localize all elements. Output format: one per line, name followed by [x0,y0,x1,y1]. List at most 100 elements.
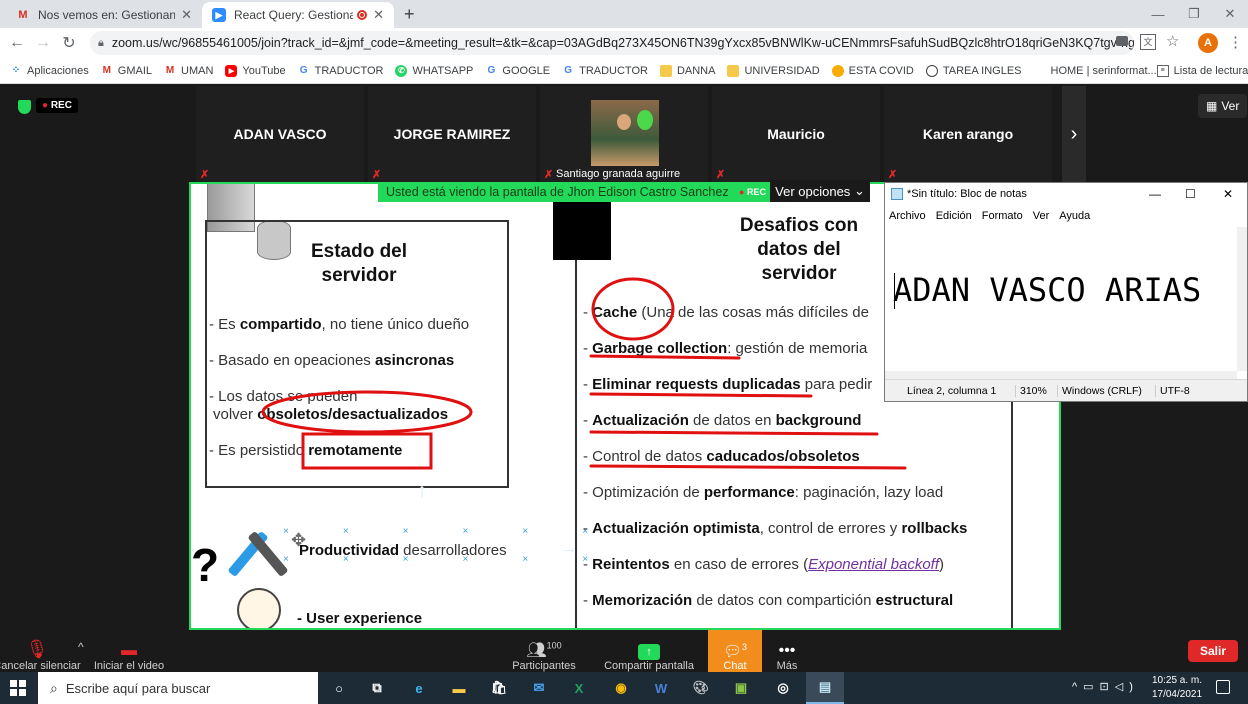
annotation-box-remotamente [301,432,433,470]
notepad-taskbar-icon[interactable]: ▤ [806,672,844,704]
maximize-icon[interactable]: ☐ [1185,187,1196,201]
excel-icon[interactable]: X [564,676,594,700]
menu-dots-icon[interactable]: ⋮ [1228,33,1243,51]
more-button[interactable]: ••• Más [768,632,806,672]
mute-button[interactable]: 🎙︎ Cancelar silenciar [0,632,81,672]
chrome-icon[interactable]: ◉ [606,676,636,700]
notepad-window: *Sin título: Bloc de notas — ☐ ✕ Archivo… [884,182,1248,402]
task-view-icon[interactable]: ⧉ [362,676,392,700]
edge-icon[interactable]: e [404,676,434,700]
close-window-icon[interactable]: ✕ [1212,0,1248,28]
reading-list[interactable]: ≡ Lista de lectura [1156,64,1248,77]
chat-button[interactable]: 💬︎3 Chat [708,630,762,672]
close-tab-icon[interactable]: ✕ [373,7,384,23]
annotation-underline [589,354,741,360]
chevron-up-icon[interactable]: ^ [78,640,84,654]
new-tab-icon[interactable]: + [404,4,415,25]
mail-icon[interactable]: ✉︎ [524,676,554,700]
participant-tile[interactable]: ✗ Santiago granada aguirre [540,86,708,182]
bookmark-item[interactable]: DANNA [659,64,715,77]
notepad-statusbar: Línea 2, columna 1 310% Windows (CRLF) U… [885,379,1247,401]
participant-tile[interactable]: JORGE RAMIREZ ✗ [368,86,536,182]
address-bar[interactable]: 🔒︎ zoom.us/wc/96855461005/join?track_id=… [90,31,1134,55]
cortana-icon[interactable]: ○ [324,676,354,700]
menu-formato[interactable]: Formato [982,210,1023,222]
menu-edicion[interactable]: Edición [936,210,972,222]
participant-tile[interactable]: Mauricio ✗ [712,86,880,182]
whatsapp-icon: ✆ [395,64,408,77]
minimize-icon[interactable]: — [1140,0,1176,28]
bookmark-item[interactable]: G TRADUCTOR [562,65,648,77]
apps-grid-icon: ⁘ [11,65,21,76]
bookmark-item[interactable]: ESTA COVID [831,64,914,77]
video-off-icon: ▬ [121,642,137,659]
notepad-icon [891,188,903,200]
bookmarks-bar: ⁘ Aplicaciones M GMAIL M UMAN ▶ YouTube G TRA… [0,58,1248,84]
bookmark-item[interactable]: G GOOGLE [485,65,551,77]
folder-icon [727,64,740,77]
system-tray-icons[interactable]: ^▭⊡◁) [1072,680,1139,693]
bookmark-item[interactable]: M UMAN [164,65,214,77]
minimize-icon[interactable]: — [1149,187,1161,201]
start-video-button[interactable]: ▬ Iniciar el video [94,632,164,672]
muted-mic-icon: ✗ [716,169,726,181]
project-icon[interactable]: ▣ [726,676,756,700]
balloon-shape [637,110,653,130]
participant-tile[interactable]: Karen arango ✗ [884,86,1052,182]
annotation-circle-cache [591,277,675,341]
notifications-icon[interactable] [1216,680,1230,694]
annotation-circle-obsoletos [261,390,473,434]
browser-tab[interactable]: M Nos vemos en: Gestionando los c ✕ [6,2,202,28]
share-screen-button[interactable]: ↑ Compartir pantalla [604,632,694,672]
menu-ver[interactable]: Ver [1033,210,1050,222]
view-button[interactable]: ▦ Ver [1198,94,1248,118]
translate-icon[interactable]: 文 [1140,34,1156,50]
taskbar-search-box[interactable]: ⌕ Escribe aquí para buscar [38,672,318,704]
participants-button[interactable]: 👥︎100 Participantes [512,632,576,672]
bookmark-item[interactable]: G TRADUCTOR [298,65,384,77]
notepad-text-area[interactable]: ADAN VASCO ARIAS [885,227,1237,379]
bookmark-item[interactable]: HOME | serinformat... [1034,65,1157,77]
bookmark-item[interactable]: ✆ WHATSAPP [395,64,473,77]
bookmark-item[interactable]: ▶ YouTube [225,64,286,77]
google-icon: G [299,65,308,76]
close-window-icon[interactable]: ✕ [1223,187,1233,201]
google-icon: G [564,65,572,76]
bookmark-star-icon[interactable]: ☆ [1166,32,1179,50]
next-page-arrow-icon[interactable]: › [1062,86,1086,182]
maximize-icon[interactable]: ❐ [1176,0,1212,28]
file-explorer-icon[interactable]: ▬ [444,676,474,700]
share-banner: Usted está viendo la pantalla de Jhon Ed… [378,182,770,202]
participant-name: Santiago granada aguirre [556,168,681,180]
horizontal-scrollbar[interactable] [885,371,1237,379]
paint-icon[interactable]: 🎨︎ [686,676,716,700]
back-icon[interactable]: ← [6,33,28,53]
view-options-button[interactable]: Ver opciones ⌄ [770,180,870,202]
covid-icon [831,64,844,77]
profile-avatar[interactable]: A [1198,33,1218,53]
face-shape [617,114,631,130]
clock[interactable]: 10:25 a. m. 17/04/2021 [1146,674,1208,702]
leave-button[interactable]: Salir [1188,640,1238,662]
word-icon[interactable]: W [646,676,676,700]
obs-icon[interactable]: ◎ [768,676,798,700]
menu-archivo[interactable]: Archivo [889,210,926,222]
camera-icon[interactable] [1116,36,1128,46]
folder-icon [659,64,672,77]
participant-tile[interactable]: ADAN VASCO ✗ [196,86,364,182]
browser-tab-active[interactable]: ▶ React Query: Gestionando lo ✕ [202,2,394,28]
zoom-meeting-area: ● REC ADAN VASCO ✗ JORGE RAMIREZ ✗ ✗ San… [0,84,1248,630]
bookmark-item[interactable]: TAREA INGLES [925,64,1022,77]
store-icon[interactable]: 🛍︎ [484,676,514,700]
share-screen-icon: ↑ [638,644,660,660]
close-tab-icon[interactable]: ✕ [181,7,192,23]
annotation-underline [589,430,879,436]
bookmark-item[interactable]: UNIVERSIDAD [727,64,820,77]
menu-ayuda[interactable]: Ayuda [1059,210,1090,222]
bookmark-item[interactable]: ⁘ Aplicaciones [10,65,89,77]
bookmark-item[interactable]: M GMAIL [101,65,152,77]
forward-icon[interactable]: → [32,33,54,53]
windows-start-icon[interactable] [10,680,26,696]
vertical-scrollbar[interactable] [1237,227,1247,371]
reload-icon[interactable]: ↻ [58,33,80,53]
